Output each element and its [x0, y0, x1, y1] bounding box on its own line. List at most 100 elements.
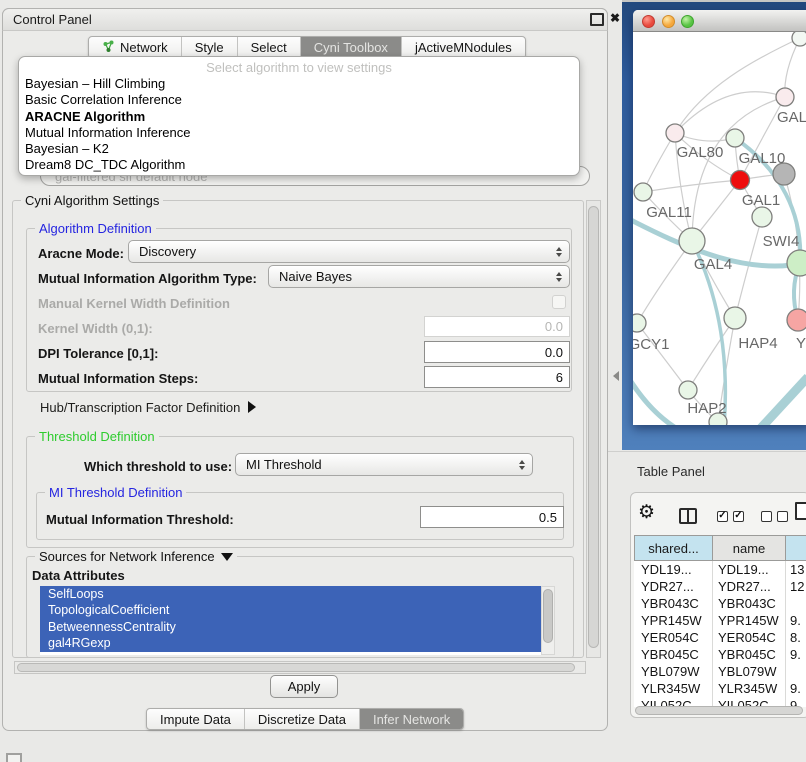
- expand-icon[interactable]: [248, 401, 256, 413]
- network-node[interactable]: [792, 32, 806, 46]
- network-node[interactable]: [752, 207, 772, 227]
- network-edge-highlighted[interactable]: [633, 375, 679, 425]
- network-window-titlebar[interactable]: [633, 10, 806, 32]
- tab-style[interactable]: Style: [181, 37, 237, 58]
- gear-icon[interactable]: ⚙: [638, 503, 655, 522]
- tab-select[interactable]: Select: [237, 37, 300, 58]
- document-icon[interactable]: [795, 502, 806, 520]
- dpi-tolerance-field[interactable]: 0.0: [424, 341, 570, 363]
- aracne-mode-select[interactable]: Discovery: [128, 240, 570, 263]
- column-header[interactable]: [786, 535, 806, 561]
- panel-title: Control Panel: [3, 12, 92, 27]
- table-cell: 9.: [786, 680, 806, 697]
- network-node[interactable]: [666, 124, 684, 142]
- network-edge[interactable]: [688, 318, 735, 390]
- table-row[interactable]: YER054CYER054C8.: [634, 629, 806, 646]
- dpi-tolerance-label: DPI Tolerance [0,1]:: [38, 346, 158, 361]
- collapse-icon[interactable]: [221, 553, 233, 561]
- hub-section-toggle[interactable]: Hub/Transcription Factor Definition: [40, 400, 256, 415]
- close-traffic-icon[interactable]: [642, 15, 655, 28]
- network-edge[interactable]: [637, 323, 688, 390]
- scrollbar-thumb[interactable]: [588, 206, 599, 648]
- panel-divider-arrow-icon[interactable]: [613, 371, 619, 381]
- table-horizontal-scrollbar[interactable]: [635, 706, 803, 715]
- apply-button[interactable]: Apply: [270, 675, 338, 698]
- settings-horizontal-scrollbar[interactable]: [14, 661, 586, 674]
- network-canvas[interactable]: GALGAL80GAL10GAL1GAL11GAL4SWI4YGCY1HAP4H…: [633, 32, 806, 425]
- network-node[interactable]: [679, 228, 705, 254]
- zoom-traffic-icon[interactable]: [681, 15, 694, 28]
- unchecked-checkbox-icon[interactable]: [761, 511, 772, 522]
- table-cell: 13: [786, 561, 806, 578]
- scrollbar-thumb[interactable]: [17, 663, 575, 672]
- network-edge[interactable]: [643, 180, 740, 192]
- columns-icon[interactable]: [679, 508, 697, 524]
- network-edge[interactable]: [637, 241, 692, 323]
- network-node[interactable]: [633, 314, 646, 332]
- network-node[interactable]: [787, 250, 806, 276]
- table-row[interactable]: YPR145WYPR145W9.: [634, 612, 806, 629]
- float-window-icon[interactable]: [590, 13, 604, 26]
- mi-threshold-field[interactable]: 0.5: [420, 506, 564, 528]
- tab-network[interactable]: Network: [89, 37, 181, 58]
- network-edge-highlighted[interactable]: [760, 377, 806, 425]
- apply-label: Apply: [288, 679, 321, 694]
- attribute-item[interactable]: gal4RGexp: [40, 635, 541, 651]
- sources-group-title: Sources for Network Inference: [35, 549, 237, 564]
- network-node[interactable]: [634, 183, 652, 201]
- algorithm-option[interactable]: Dream8 DC_TDC Algorithm: [25, 157, 573, 173]
- table-row[interactable]: YBR045CYBR045C9.: [634, 646, 806, 663]
- checked-checkbox-icon[interactable]: ✓: [733, 511, 744, 522]
- settings-vertical-scrollbar[interactable]: [586, 200, 601, 658]
- manual-kernel-label: Manual Kernel Width Definition: [38, 296, 230, 311]
- tab-discretize-data[interactable]: Discretize Data: [244, 709, 359, 729]
- column-header[interactable]: name: [713, 535, 786, 561]
- cyni-settings-title: Cyni Algorithm Settings: [21, 193, 163, 208]
- network-node[interactable]: [787, 309, 806, 331]
- mi-type-select[interactable]: Naive Bayes: [268, 265, 570, 288]
- sources-title-text: Sources for Network Inference: [39, 549, 215, 564]
- network-edge[interactable]: [643, 133, 675, 192]
- column-header[interactable]: shared...: [634, 535, 713, 561]
- network-node[interactable]: [776, 88, 794, 106]
- kernel-width-label: Kernel Width (0,1):: [38, 321, 153, 336]
- network-node[interactable]: [731, 171, 750, 190]
- attribute-item[interactable]: BetweennessCentrality: [40, 619, 541, 635]
- attributes-scrollbar[interactable]: [541, 586, 555, 655]
- dropdown-placeholder: Select algorithm to view settings: [19, 60, 579, 75]
- window-grip-icon[interactable]: [6, 753, 22, 762]
- table-row[interactable]: YBL079WYBL079W: [634, 663, 806, 680]
- control-panel-titlebar: Control Panel: [2, 8, 608, 31]
- network-node[interactable]: [724, 307, 746, 329]
- attribute-item[interactable]: SelfLoops: [40, 586, 541, 602]
- table-cell: [786, 595, 806, 612]
- network-node[interactable]: [726, 129, 744, 147]
- checked-checkbox-icon[interactable]: ✓: [717, 511, 728, 522]
- mi-steps-field[interactable]: 6: [424, 366, 570, 388]
- close-icon[interactable]: ✖: [610, 11, 620, 25]
- algorithm-option[interactable]: Basic Correlation Inference: [25, 92, 573, 108]
- data-attributes-list[interactable]: SelfLoopsTopologicalCoefficientBetweenne…: [40, 586, 541, 655]
- node-label: GAL1: [742, 192, 780, 209]
- table-row[interactable]: YLR345WYLR345W9.: [634, 680, 806, 697]
- algorithm-option[interactable]: Bayesian – K2: [25, 141, 573, 157]
- manual-kernel-checkbox[interactable]: [552, 295, 566, 309]
- tab-impute-data[interactable]: Impute Data: [147, 709, 244, 729]
- tab-cyni-toolbox[interactable]: Cyni Toolbox: [300, 37, 401, 58]
- tab-jactivemnodules[interactable]: jActiveMNodules: [401, 37, 525, 58]
- algorithm-option[interactable]: Bayesian – Hill Climbing: [25, 76, 573, 92]
- network-node[interactable]: [679, 381, 697, 399]
- table-row[interactable]: YDL19...YDL19...13: [634, 561, 806, 578]
- which-threshold-select[interactable]: MI Threshold: [235, 453, 533, 476]
- algorithm-option[interactable]: ARACNE Algorithm: [25, 109, 573, 125]
- network-graph[interactable]: GALGAL80GAL10GAL1GAL11GAL4SWI4YGCY1HAP4H…: [633, 32, 806, 425]
- unchecked-checkbox-icon[interactable]: [777, 511, 788, 522]
- algorithm-list: Bayesian – Hill ClimbingBasic Correlatio…: [25, 76, 573, 174]
- scrollbar-thumb[interactable]: [543, 589, 553, 643]
- tab-infer-network[interactable]: Infer Network: [359, 709, 463, 729]
- table-row[interactable]: YDR27...YDR27...12: [634, 578, 806, 595]
- attribute-item[interactable]: TopologicalCoefficient: [40, 602, 541, 618]
- table-row[interactable]: YBR043CYBR043C: [634, 595, 806, 612]
- minimize-traffic-icon[interactable]: [662, 15, 675, 28]
- algorithm-option[interactable]: Mutual Information Inference: [25, 125, 573, 141]
